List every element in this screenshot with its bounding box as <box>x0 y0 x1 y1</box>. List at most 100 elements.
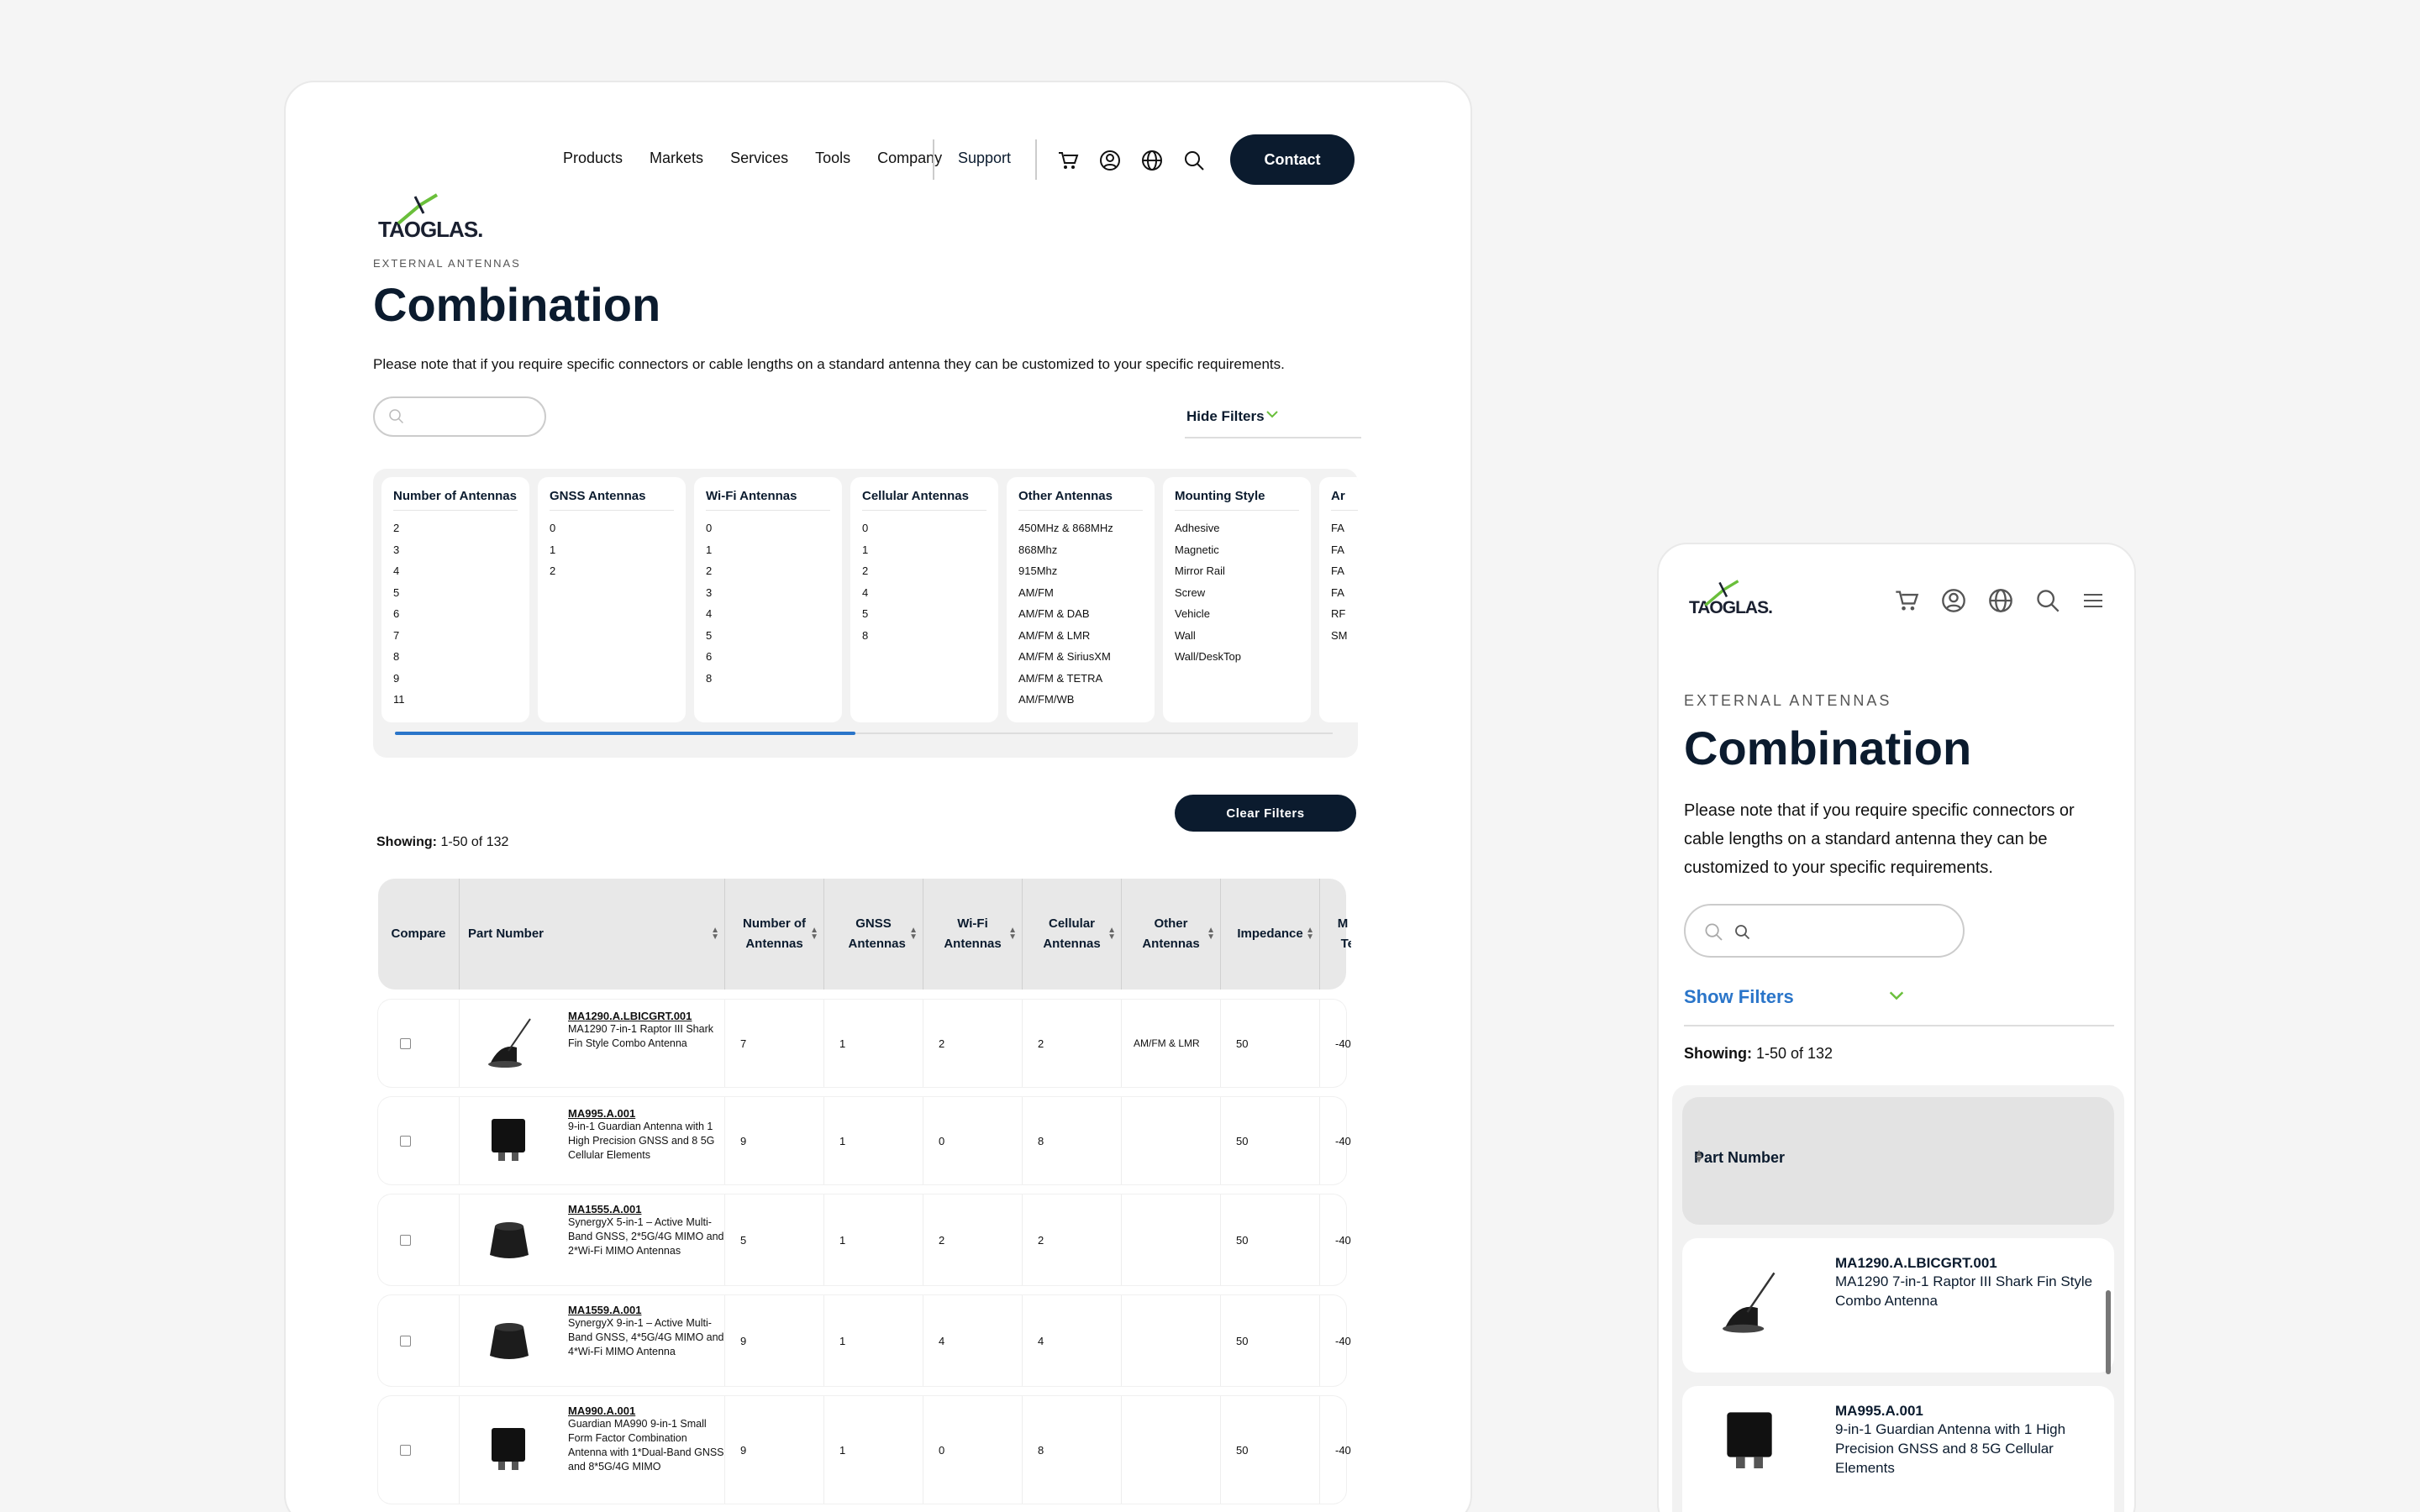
filter-option[interactable]: 0 <box>550 517 674 539</box>
sort-icon[interactable]: ▲ ▼ <box>909 927 918 942</box>
filter-option[interactable]: SM <box>1331 625 1358 647</box>
table-row[interactable]: MA995.A.001 9-in-1 Guardian Antenna with… <box>378 1097 1351 1184</box>
filter-option[interactable]: AM/FM/WB <box>1018 689 1143 711</box>
part-number-link[interactable]: MA1559.A.001 <box>568 1304 724 1316</box>
filter-option[interactable]: 4 <box>706 603 830 625</box>
filter-option[interactable]: 0 <box>706 517 830 539</box>
filter-option[interactable]: FA <box>1331 517 1358 539</box>
table-row[interactable]: MA1555.A.001 SynergyX 5-in-1 – Active Mu… <box>378 1194 1351 1285</box>
filter-option[interactable]: AM/FM & SiriusXM <box>1018 646 1143 668</box>
search-input[interactable] <box>1684 904 1965 958</box>
globe-icon[interactable] <box>1141 150 1163 171</box>
account-icon[interactable] <box>1099 150 1121 171</box>
col-gnss-antennas[interactable]: GNSS Antennas ▲ ▼ <box>823 879 923 990</box>
filter-option[interactable]: 8 <box>706 668 830 690</box>
filter-option[interactable]: 8 <box>862 625 986 647</box>
col-wifi-antennas[interactable]: Wi-Fi Antennas ▲ ▼ <box>923 879 1022 990</box>
filter-option[interactable]: 1 <box>862 539 986 561</box>
table-row[interactable]: MA990.A.001 Guardian MA990 9-in-1 Small … <box>378 1396 1351 1504</box>
show-filters-toggle[interactable]: Show Filters <box>1684 974 2114 1026</box>
globe-icon[interactable] <box>1988 588 2013 613</box>
filter-option[interactable]: 2 <box>393 517 518 539</box>
filter-option[interactable]: Wall/DeskTop <box>1175 646 1299 668</box>
table-row[interactable]: MA1290.A.LBICGRT.001 MA1290 7-in-1 Rapto… <box>378 1000 1351 1087</box>
filter-option[interactable]: 3 <box>393 539 518 561</box>
sort-icon[interactable]: ▲ ▼ <box>1207 927 1215 942</box>
clear-filters-button[interactable]: Clear Filters <box>1175 795 1356 832</box>
contact-button[interactable]: Contact <box>1230 134 1355 185</box>
filter-option[interactable]: 5 <box>862 603 986 625</box>
filter-option[interactable]: Mirror Rail <box>1175 560 1299 582</box>
filter-option[interactable]: 9 <box>393 668 518 690</box>
part-number-link[interactable]: MA1555.A.001 <box>568 1203 724 1215</box>
filter-option[interactable]: 0 <box>862 517 986 539</box>
col-impedance[interactable]: Impedance ▲ ▼ <box>1220 879 1319 990</box>
col-operating-temp[interactable]: M Op Tem <box>1319 879 1351 990</box>
filter-option[interactable]: 6 <box>706 646 830 668</box>
filter-option[interactable]: AM/FM & DAB <box>1018 603 1143 625</box>
sort-icon[interactable]: ▲ ▼ <box>1694 1147 2106 1164</box>
filter-scrollbar-thumb[interactable] <box>395 732 855 735</box>
cart-icon[interactable] <box>1894 589 1919 612</box>
filter-option[interactable]: AM/FM & LMR <box>1018 625 1143 647</box>
part-number-link[interactable]: MA990.A.001 <box>568 1404 724 1417</box>
compare-checkbox[interactable] <box>400 1037 411 1049</box>
filter-option[interactable]: FA <box>1331 539 1358 561</box>
filter-option[interactable]: 2 <box>550 560 674 582</box>
filter-option[interactable]: 6 <box>393 603 518 625</box>
sort-icon[interactable]: ▲ ▼ <box>711 927 719 942</box>
filter-scrollbar[interactable] <box>395 732 1333 735</box>
compare-checkbox[interactable] <box>400 1135 411 1147</box>
filter-option[interactable]: 3 <box>706 582 830 604</box>
nav-products[interactable]: Products <box>563 150 623 167</box>
filter-option[interactable]: 5 <box>706 625 830 647</box>
part-number-link[interactable]: MA1290.A.LBICGRT.001 <box>1835 1255 2104 1272</box>
search-input[interactable] <box>373 396 546 437</box>
part-number-link[interactable]: MA995.A.001 <box>1835 1403 2104 1420</box>
compare-checkbox[interactable] <box>400 1444 411 1456</box>
filter-option[interactable]: 1 <box>706 539 830 561</box>
account-icon[interactable] <box>1941 588 1966 613</box>
col-cellular-antennas[interactable]: Cellular Antennas ▲ ▼ <box>1022 879 1121 990</box>
sort-icon[interactable]: ▲ ▼ <box>1306 927 1314 942</box>
col-part-number[interactable]: Part Number ▲ ▼ <box>459 879 724 990</box>
filter-option[interactable]: 450MHz & 868MHz <box>1018 517 1143 539</box>
filter-option[interactable]: 915Mhz <box>1018 560 1143 582</box>
menu-icon[interactable] <box>2082 591 2104 610</box>
part-number-link[interactable]: MA1290.A.LBICGRT.001 <box>568 1010 724 1022</box>
filter-option[interactable]: 868Mhz <box>1018 539 1143 561</box>
filter-option[interactable]: Magnetic <box>1175 539 1299 561</box>
filter-option[interactable]: 2 <box>706 560 830 582</box>
hide-filters-toggle[interactable]: Hide Filters <box>1185 400 1361 438</box>
search-icon[interactable] <box>2035 588 2060 613</box>
filter-option[interactable]: 5 <box>393 582 518 604</box>
filter-option[interactable]: 2 <box>862 560 986 582</box>
col-other-antennas[interactable]: Other Antennas ▲ ▼ <box>1121 879 1220 990</box>
filter-option[interactable]: FA <box>1331 560 1358 582</box>
compare-checkbox[interactable] <box>400 1335 411 1347</box>
nav-markets[interactable]: Markets <box>650 150 703 167</box>
filter-option[interactable]: Vehicle <box>1175 603 1299 625</box>
filter-option[interactable]: 4 <box>862 582 986 604</box>
filter-option[interactable]: RF <box>1331 603 1358 625</box>
table-row[interactable]: MA1290.A.LBICGRT.001 MA1290 7-in-1 Rapto… <box>1682 1238 2114 1373</box>
filter-option[interactable]: 8 <box>393 646 518 668</box>
logo[interactable]: TAOGLAS. <box>378 193 483 243</box>
part-number-link[interactable]: MA995.A.001 <box>568 1107 724 1120</box>
filter-option[interactable]: 1 <box>550 539 674 561</box>
filter-option[interactable]: 7 <box>393 625 518 647</box>
logo[interactable]: TAOGLAS. <box>1689 580 1773 618</box>
table-header[interactable]: Part Number ▲ ▼ <box>1682 1097 2114 1225</box>
nav-tools[interactable]: Tools <box>815 150 850 167</box>
table-row[interactable]: MA1559.A.001 SynergyX 9-in-1 – Active Mu… <box>378 1295 1351 1386</box>
filter-option[interactable]: AM/FM <box>1018 582 1143 604</box>
filter-option[interactable]: Screw <box>1175 582 1299 604</box>
cart-icon[interactable] <box>1057 150 1079 171</box>
nav-services[interactable]: Services <box>730 150 788 167</box>
filter-option[interactable]: FA <box>1331 582 1358 604</box>
filter-option[interactable]: 4 <box>393 560 518 582</box>
filter-option[interactable]: Wall <box>1175 625 1299 647</box>
filter-option[interactable]: 11 <box>393 689 518 711</box>
search-icon[interactable] <box>1183 150 1205 171</box>
sort-icon[interactable]: ▲ ▼ <box>1008 927 1017 942</box>
